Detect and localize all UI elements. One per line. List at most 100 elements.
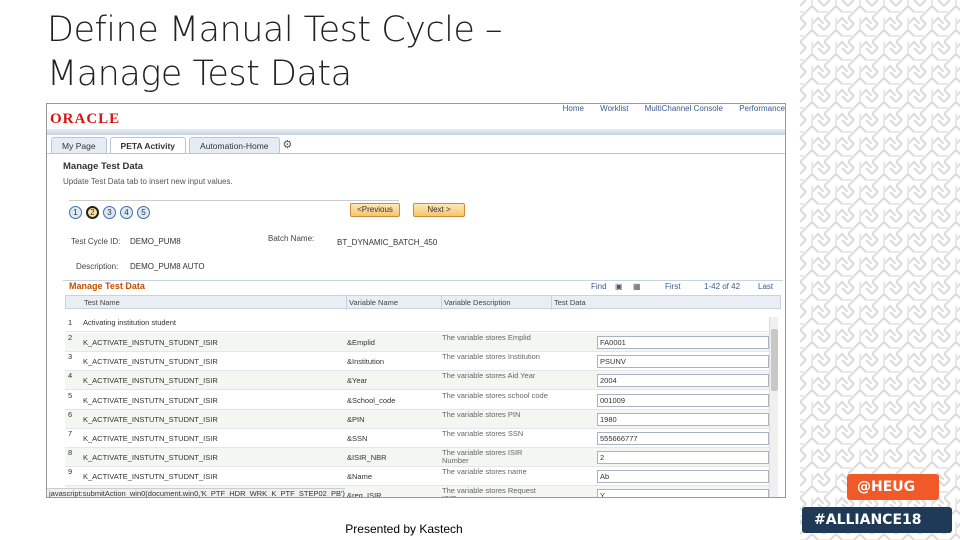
test-name-cell: K_ACTIVATE_INSTUTN_STUDNT_ISIR <box>83 415 218 424</box>
table-row: 4 K_ACTIVATE_INSTUTN_STUDNT_ISIR &Year The … <box>65 371 769 390</box>
table-row: 6 K_ACTIVATE_INSTUTN_STUDNT_ISIR &PIN The v… <box>65 410 769 429</box>
test-data-input[interactable]: 001009 <box>597 394 769 407</box>
slide-title-line2: Manage Test Data <box>47 54 352 94</box>
test-cycle-label: Test Cycle ID: <box>71 237 121 246</box>
footer-text: Presented by Kastech <box>345 522 463 536</box>
test-data-input[interactable]: Ab <box>597 470 769 483</box>
tab-bar: My Page PETA Activity Automation-Home ⚙ <box>51 137 295 154</box>
table-row: 7 K_ACTIVATE_INSTUTN_STUDNT_ISIR &SSN The v… <box>65 429 769 448</box>
test-data-input[interactable]: 2004 <box>597 374 769 387</box>
app-screenshot: Home Worklist MultiChannel Console Perfo… <box>46 103 786 498</box>
step-5[interactable]: 5 <box>137 206 150 219</box>
grid-title: Manage Test Data <box>69 281 145 291</box>
variable-name-cell: &req_ISIR <box>347 491 382 498</box>
variable-name-cell: &Year <box>347 376 368 385</box>
vertical-scrollbar[interactable] <box>769 317 778 497</box>
worklist-link[interactable]: Worklist <box>600 104 628 113</box>
variable-description-cell: The variable stores Emplid <box>442 333 531 342</box>
home-link[interactable]: Home <box>563 104 584 113</box>
batch-name-value: BT_DYNAMIC_BATCH_450 <box>337 238 438 247</box>
test-name-cell: K_ACTIVATE_INSTUTN_STUDNT_ISIR <box>83 396 218 405</box>
step-1[interactable]: 1 <box>69 206 82 219</box>
test-name-cell: K_ACTIVATE_INSTUTN_STUDNT_ISIR <box>83 472 218 481</box>
column-divider <box>551 296 552 310</box>
col-variable-description: Variable Description <box>444 298 511 307</box>
column-divider <box>346 296 347 310</box>
test-name-cell: Activating institution student <box>83 318 176 327</box>
previous-button[interactable]: <Previous <box>350 203 400 217</box>
col-test-name: Test Name <box>84 298 120 307</box>
step-3[interactable]: 3 <box>103 206 116 219</box>
divider <box>69 200 399 201</box>
test-name-cell: K_ACTIVATE_INSTUTN_STUDNT_ISIR <box>83 376 218 385</box>
row-number: 3 <box>68 352 73 361</box>
variable-name-cell: &SSN <box>347 434 368 443</box>
step-indicator: 1 2 3 4 5 <box>69 206 150 219</box>
find-link[interactable]: Find <box>591 282 607 291</box>
alliance-tag: #ALLIANCE18 <box>802 507 952 533</box>
tab-peta-activity[interactable]: PETA Activity <box>109 137 187 154</box>
row-number: 5 <box>68 391 73 400</box>
page-title: Manage Test Data <box>63 161 144 172</box>
variable-name-cell: &ISIR_NBR <box>347 453 387 462</box>
test-data-input[interactable]: PSUNV <box>597 355 769 368</box>
variable-description-cell: The variable stores Aid Year <box>442 371 536 380</box>
row-number: 8 <box>68 448 73 457</box>
variable-name-cell: &Emplid <box>347 338 375 347</box>
variable-description-cell: The variable stores school code <box>442 391 548 400</box>
row-number: 6 <box>68 410 73 419</box>
test-name-cell: K_ACTIVATE_INSTUTN_STUDNT_ISIR <box>83 357 218 366</box>
gear-icon[interactable]: ⚙ <box>283 139 295 151</box>
first-link[interactable]: First <box>665 282 681 291</box>
oracle-logo: ORACLE <box>50 111 121 127</box>
step-2[interactable]: 2 <box>86 206 99 219</box>
row-number: 4 <box>68 371 73 380</box>
test-data-input[interactable]: 555666777 <box>597 432 769 445</box>
decorative-pattern <box>800 0 960 540</box>
test-data-input[interactable]: 2 <box>597 451 769 464</box>
variable-name-cell: &School_code <box>347 396 396 405</box>
tab-divider <box>47 153 785 154</box>
row-number: 1 <box>68 318 73 327</box>
variable-description-cell: The variable stores SSN <box>442 429 524 438</box>
row-range: 1-42 of 42 <box>704 282 741 291</box>
test-name-cell: K_ACTIVATE_INSTUTN_STUDNT_ISIR <box>83 338 218 347</box>
performance-link[interactable]: Performance <box>739 104 785 113</box>
variable-name-cell: &Name <box>347 472 373 481</box>
table-row: 9 K_ACTIVATE_INSTUTN_STUDNT_ISIR &Name The … <box>65 467 769 486</box>
row-number: 7 <box>68 429 73 438</box>
variable-name-cell: &Institution <box>347 357 385 366</box>
variable-description-cell: The variable stores Institution <box>442 352 540 361</box>
test-name-cell: K_ACTIVATE_INSTUTN_STUDNT_ISIR <box>83 453 218 462</box>
download-icon[interactable]: ▦ <box>633 282 641 291</box>
variable-description-cell: The variable stores PIN <box>442 410 521 419</box>
next-button[interactable]: Next > <box>413 203 465 217</box>
view-all-icon[interactable]: ▣ <box>615 282 623 291</box>
variable-description-cell: The variable stores ISIR Number <box>442 448 523 465</box>
test-data-input[interactable]: 1980 <box>597 413 769 426</box>
grid-header: Test Name Variable Name Variable Descrip… <box>65 295 781 310</box>
step-4[interactable]: 4 <box>120 206 133 219</box>
page-instructions: Update Test Data tab to insert new input… <box>63 177 233 186</box>
multichannel-console-link[interactable]: MultiChannel Console <box>645 104 723 113</box>
slide-title: Define Manual Test Cycle – Manage Test D… <box>47 8 503 96</box>
table-row: 2 K_ACTIVATE_INSTUTN_STUDNT_ISIR &Emplid Th… <box>65 333 769 352</box>
scroll-thumb[interactable] <box>771 329 778 391</box>
test-name-cell: K_ACTIVATE_INSTUTN_STUDNT_ISIR <box>83 434 218 443</box>
table-row: 3 K_ACTIVATE_INSTUTN_STUDNT_ISIR &Institut… <box>65 352 769 371</box>
header-bar <box>47 129 785 135</box>
variable-description-cell: The variable stores Request ISIR <box>442 486 536 498</box>
test-data-input[interactable]: Y <box>597 489 769 497</box>
tab-automation-home[interactable]: Automation-Home <box>189 137 280 154</box>
test-data-input[interactable]: FA0001 <box>597 336 769 349</box>
last-link[interactable]: Last <box>758 282 773 291</box>
description-value: DEMO_PUM8 AUTO <box>130 262 205 271</box>
table-row: 5 K_ACTIVATE_INSTUTN_STUDNT_ISIR &School_c… <box>65 391 769 410</box>
tab-my-page[interactable]: My Page <box>51 137 107 154</box>
description-label: Description: <box>76 262 119 271</box>
col-test-data: Test Data <box>554 298 586 307</box>
test-cycle-value: DEMO_PUM8 <box>130 237 181 246</box>
variable-name-cell: &PIN <box>347 415 365 424</box>
row-number: 9 <box>68 467 73 476</box>
batch-name-label: Batch Name: <box>268 234 315 243</box>
